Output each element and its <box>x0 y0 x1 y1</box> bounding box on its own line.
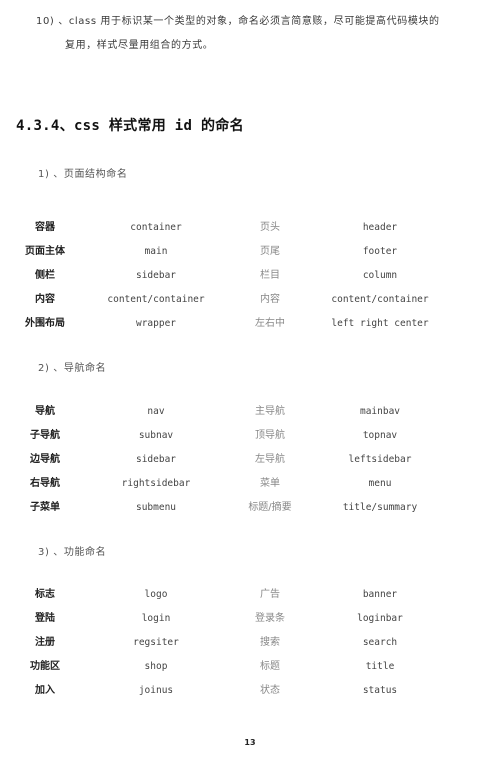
naming-table-functions: 标志 logo 广告 banner 登陆 login 登录条 loginbar 注册 regs… <box>0 583 500 703</box>
cn-term: 状态 <box>260 685 280 696</box>
table-row: 边导航 sidebar 左导航 leftsidebar <box>0 448 500 472</box>
id-name: nav <box>147 406 165 417</box>
cn-term: 子菜单 <box>30 502 60 513</box>
subsection-title-page-structure: 1) 、页面结构命名 <box>38 169 128 180</box>
subsection-title-functions: 3) 、功能命名 <box>38 547 107 558</box>
id-name: sidebar <box>135 454 177 465</box>
id-name: menu <box>368 478 392 489</box>
id-name: column <box>362 270 398 281</box>
id-name: shop <box>144 661 168 672</box>
cn-term: 标题 <box>260 661 280 672</box>
id-name: title <box>365 661 395 672</box>
id-name: footer <box>362 246 398 257</box>
id-name: banner <box>362 589 398 600</box>
cn-term: 主导航 <box>255 406 285 417</box>
table-row: 内容 content/container 内容 content/container <box>0 288 500 312</box>
id-name: search <box>362 637 398 648</box>
id-name: subnav <box>138 430 174 441</box>
paragraph-line-1: 、class 用于标识某一个类型的对象，命名必须言简意赅，尽可能提高代码模块的 <box>58 16 440 27</box>
page-number: 13 <box>244 738 256 747</box>
intro-paragraph: 10) 、class 用于标识某一个类型的对象，命名必须言简意赅，尽可能提高代码… <box>36 10 476 58</box>
id-name: status <box>362 685 398 696</box>
cn-term: 内容 <box>260 294 280 305</box>
cn-term: 登录条 <box>255 613 285 624</box>
table-row: 右导航 rightsidebar 菜单 menu <box>0 472 500 496</box>
cn-term: 功能区 <box>30 661 60 672</box>
id-name: wrapper <box>135 318 177 329</box>
cn-term: 加入 <box>35 685 55 696</box>
id-name: joinus <box>138 685 174 696</box>
table-row: 子菜单 submenu 标题/摘要 title/summary <box>0 496 500 520</box>
section-heading: 4.3.4、css 样式常用 id 的命名 <box>16 118 244 134</box>
table-row: 容器 container 页头 header <box>0 216 500 240</box>
table-row: 导航 nav 主导航 mainbav <box>0 400 500 424</box>
id-name: loginbar <box>357 613 403 624</box>
table-row: 页面主体 main 页尾 footer <box>0 240 500 264</box>
id-name: mainbav <box>359 406 401 417</box>
cn-term: 菜单 <box>260 478 280 489</box>
cn-term: 外围布局 <box>25 318 65 329</box>
cn-term: 左导航 <box>255 454 285 465</box>
table-row: 标志 logo 广告 banner <box>0 583 500 607</box>
cn-term: 页面主体 <box>25 246 65 257</box>
naming-table-navigation: 导航 nav 主导航 mainbav 子导航 subnav 顶导航 topnav 边导航 si… <box>0 400 500 520</box>
id-name: regsiter <box>133 637 179 648</box>
naming-table-page-structure: 容器 container 页头 header 页面主体 main 页尾 footer 侧栏 s… <box>0 216 500 336</box>
table-row: 外围布局 wrapper 左右中 left right center <box>0 312 500 336</box>
table-row: 注册 regsiter 搜索 search <box>0 631 500 655</box>
id-name: login <box>141 613 171 624</box>
id-name: main <box>144 246 168 257</box>
id-name: leftsidebar <box>348 454 412 465</box>
id-name: container <box>130 222 182 233</box>
paragraph-line-2: 复用，样式尽量用组合的方式。 <box>65 40 214 51</box>
table-row: 侧栏 sidebar 栏目 column <box>0 264 500 288</box>
cn-term: 导航 <box>35 406 55 417</box>
cn-term: 顶导航 <box>255 430 285 441</box>
cn-term: 标志 <box>35 589 55 600</box>
table-row: 功能区 shop 标题 title <box>0 655 500 679</box>
table-row: 登陆 login 登录条 loginbar <box>0 607 500 631</box>
subsection-title-navigation: 2) 、导航命名 <box>38 363 107 374</box>
cn-term: 搜索 <box>260 637 280 648</box>
cn-term: 侧栏 <box>35 270 55 281</box>
cn-term: 子导航 <box>30 430 60 441</box>
id-name: rightsidebar <box>121 478 191 489</box>
id-name: topnav <box>362 430 398 441</box>
cn-term: 广告 <box>260 589 280 600</box>
cn-term: 左右中 <box>255 318 285 329</box>
id-name: content/container <box>107 294 205 305</box>
cn-term: 标题/摘要 <box>248 502 292 513</box>
cn-term: 边导航 <box>30 454 60 465</box>
table-row: 子导航 subnav 顶导航 topnav <box>0 424 500 448</box>
cn-term: 页尾 <box>260 246 280 257</box>
cn-term: 登陆 <box>35 613 55 624</box>
paragraph-number: 10) <box>36 16 55 27</box>
cn-term: 页头 <box>260 222 280 233</box>
cn-term: 注册 <box>35 637 55 648</box>
id-name: header <box>362 222 398 233</box>
id-name: left right center <box>331 318 429 329</box>
id-name: submenu <box>135 502 177 513</box>
table-row: 加入 joinus 状态 status <box>0 679 500 703</box>
cn-term: 内容 <box>35 294 55 305</box>
cn-term: 容器 <box>35 222 55 233</box>
cn-term: 右导航 <box>30 478 60 489</box>
cn-term: 栏目 <box>260 270 280 281</box>
id-name: title/summary <box>342 502 418 513</box>
id-name: logo <box>144 589 168 600</box>
id-name: content/container <box>331 294 429 305</box>
id-name: sidebar <box>135 270 177 281</box>
